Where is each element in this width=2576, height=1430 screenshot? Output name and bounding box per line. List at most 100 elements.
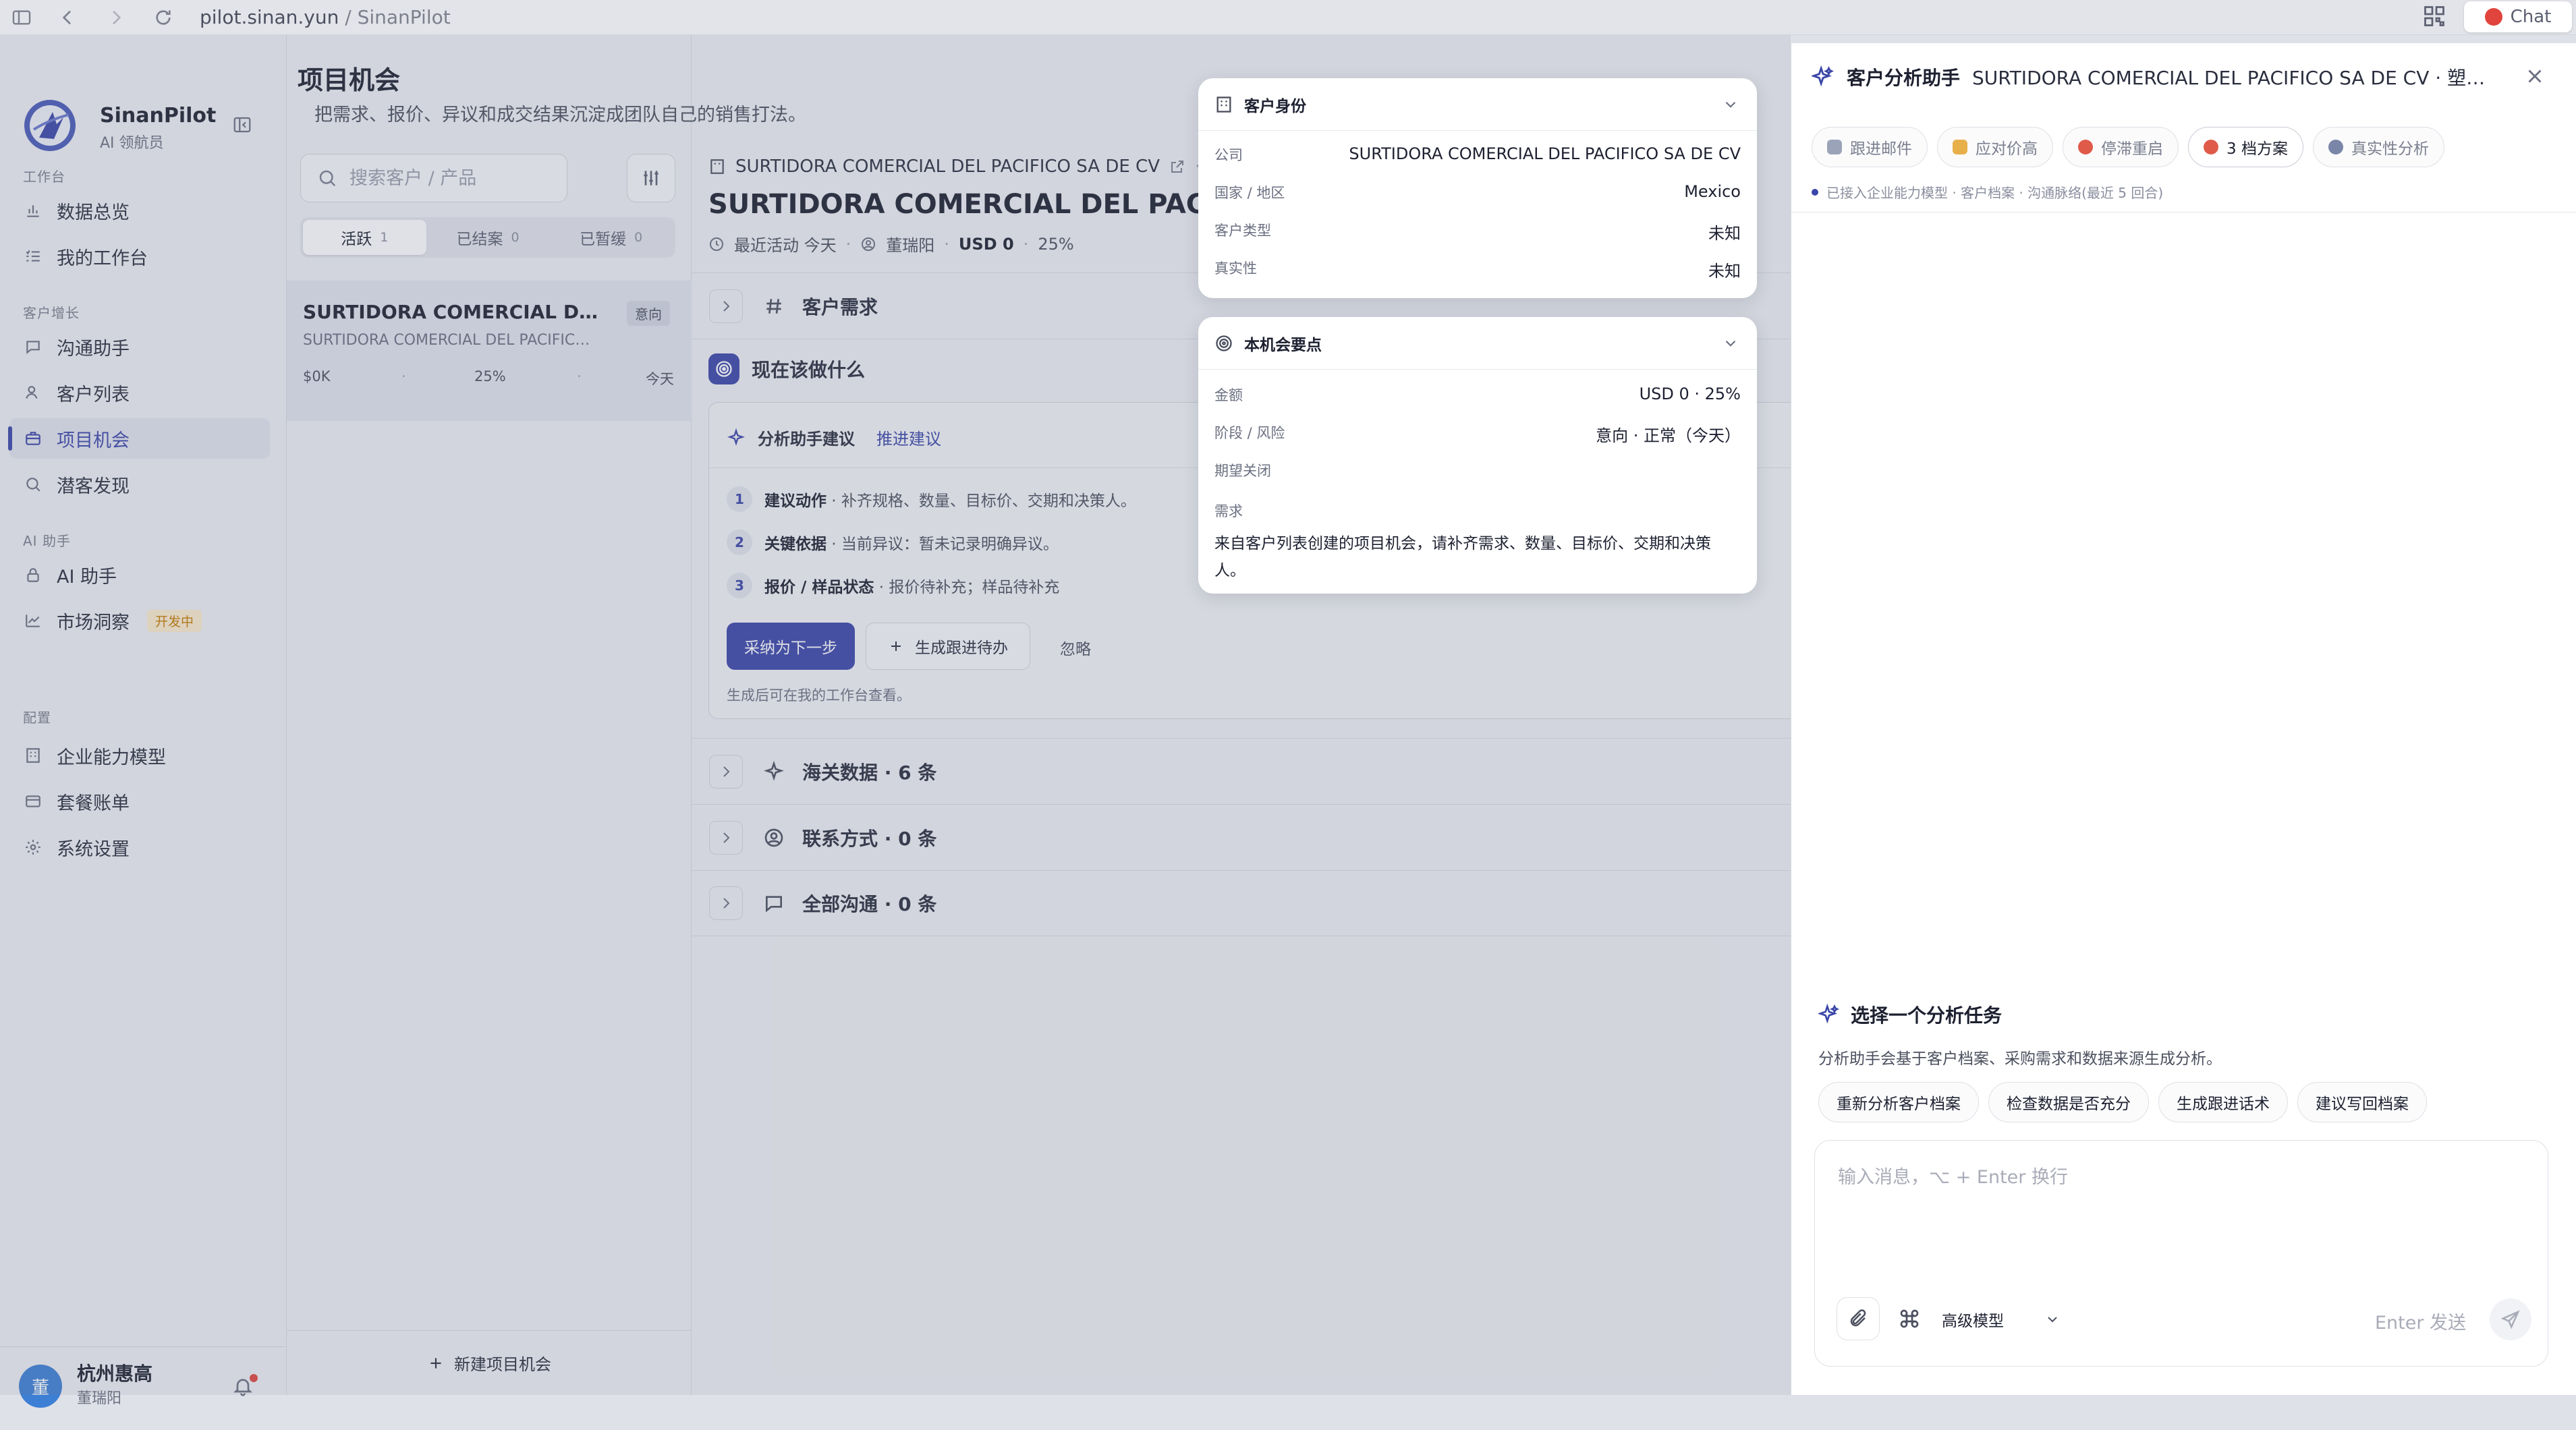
sidebar-item-label: 系统设置: [57, 838, 130, 860]
users-icon: [24, 384, 42, 401]
adopt-next-step-button[interactable]: 采纳为下一步: [727, 623, 855, 670]
new-opportunity-button[interactable]: 新建项目机会: [287, 1330, 692, 1395]
user-name: 董瑞阳: [77, 1390, 122, 1407]
sidebar-item-market-insight[interactable]: 市场洞察 开发中: [9, 600, 270, 641]
address-host: pilot.sinan.yun: [200, 6, 339, 28]
owner-name: 董瑞阳: [886, 236, 935, 255]
chevron-right-icon: [709, 754, 743, 789]
opportunity-amount: $0K: [303, 368, 331, 384]
sidebar-toggle-icon[interactable]: [11, 7, 32, 28]
chip-label: 停滞重启: [2101, 140, 2163, 158]
sliders-icon: [640, 167, 662, 189]
field-label: 客户类型: [1214, 223, 1271, 239]
sidebar-item-capability-model[interactable]: 企业能力模型: [9, 735, 270, 776]
sidebar-item-dashboard[interactable]: 数据总览: [9, 190, 270, 231]
suggestion-step: 1 建议动作 · 补齐规格、数量、目标价、交期和决策人。: [727, 486, 1136, 512]
quick-actions: 跟进邮件 应对价高 停滞重启 3 档方案 真实性分析: [1812, 127, 2444, 167]
bar-chart-icon: [24, 202, 42, 219]
model-label: 高级模型: [1942, 1313, 2004, 1330]
sidebar-item-communication[interactable]: 沟通助手: [9, 326, 270, 367]
tab-paused[interactable]: 已暂缓 0: [549, 220, 673, 255]
forward-icon[interactable]: [105, 7, 127, 28]
generate-todo-button[interactable]: 生成跟进待办: [866, 623, 1030, 670]
chip-high-price[interactable]: 应对价高: [1937, 127, 2053, 167]
briefcase-icon: [24, 430, 42, 447]
sidebar-item-prospects[interactable]: 潜客发现: [9, 464, 270, 505]
search-box[interactable]: [300, 154, 567, 202]
generate-todo-label: 生成跟进待办: [915, 639, 1008, 657]
chevron-right-icon: [709, 289, 743, 323]
card-header[interactable]: 本机会要点: [1198, 317, 1757, 370]
breadcrumb: SURTIDORA COMERCIAL DEL PACIFICO SA DE C…: [708, 156, 1236, 177]
task-generate-script[interactable]: 生成跟进话术: [2158, 1082, 2288, 1122]
attach-button[interactable]: [1837, 1297, 1880, 1340]
plus-icon: [888, 638, 904, 654]
page-subtitle: 把需求、报价、异议和成交结果沉淀成团队自己的销售打法。: [314, 105, 806, 125]
money-bag-icon: [1953, 140, 1967, 154]
task-check-data[interactable]: 检查数据是否充分: [1988, 1082, 2149, 1122]
chip-three-tier-plan[interactable]: 3 档方案: [2188, 127, 2303, 167]
collapse-sidebar-icon[interactable]: [232, 115, 252, 135]
chip-restart-stalled[interactable]: 停滞重启: [2063, 127, 2179, 167]
back-icon[interactable]: [57, 7, 78, 28]
send-button[interactable]: [2490, 1298, 2531, 1340]
field-label: 国家 / 地区: [1214, 185, 1285, 201]
sidebar-item-billing[interactable]: 套餐账单: [9, 781, 270, 822]
chip-follow-up-email[interactable]: 跟进邮件: [1812, 127, 1928, 167]
paperclip-icon: [1848, 1309, 1868, 1329]
list-item[interactable]: SURTIDORA COMERCIAL DEL PACIFICO SA DE C…: [287, 281, 692, 421]
tab-closed[interactable]: 已结案 0: [426, 220, 550, 255]
tab-count: 0: [634, 230, 643, 245]
card-header[interactable]: 客户身份: [1198, 78, 1757, 131]
user-profile[interactable]: 董 杭州惠高 董瑞阳: [0, 1346, 287, 1430]
external-link-icon[interactable]: [1169, 159, 1185, 175]
chat-button[interactable]: Chat: [2464, 1, 2572, 32]
context-status-text: 已接入企业能力模型 · 客户档案 · 沟通脉络(最近 5 回合): [1826, 185, 2164, 201]
card-title: 客户身份: [1244, 97, 1306, 115]
task-description: 分析助手会基于客户档案、采购需求和数据来源生成分析。: [1818, 1050, 2222, 1068]
sidebar-item-opportunities[interactable]: 项目机会: [8, 418, 270, 459]
reload-icon[interactable]: [152, 7, 174, 28]
next-action-heading: 现在该做什么: [708, 353, 865, 384]
section-label-ai: AI 助手: [23, 533, 71, 549]
sidebar-item-label: 潜客发现: [57, 476, 130, 497]
command-icon[interactable]: [1899, 1308, 1920, 1329]
sidebar-item-customers[interactable]: 客户列表: [9, 372, 270, 413]
filter-button[interactable]: [627, 154, 675, 202]
ignore-button[interactable]: 忽略: [1060, 636, 1091, 659]
address-bar[interactable]: pilot.sinan.yun / SinanPilot: [200, 5, 451, 30]
sidebar-item-settings[interactable]: 系统设置: [9, 827, 270, 867]
suggestion-header: 分析助手建议 推进建议: [727, 426, 941, 449]
customer-identity-card: 客户身份 公司 SURTIDORA COMERCIAL DEL PACIFICO …: [1198, 78, 1757, 298]
list-check-icon: [24, 248, 42, 265]
deal-probability: 25%: [1038, 234, 1074, 254]
new-opportunity-label: 新建项目机会: [454, 1355, 551, 1374]
section-all-communication[interactable]: 全部沟通 · 0 条: [692, 870, 1791, 936]
close-icon[interactable]: [2523, 65, 2546, 88]
section-label: 全部沟通 · 0 条: [802, 893, 937, 915]
tab-active[interactable]: 活跃 1: [303, 220, 426, 255]
section-customs-data[interactable]: 海关数据 · 6 条: [692, 738, 1791, 804]
notification-dot: [250, 1374, 258, 1382]
sidebar-item-my-workspace[interactable]: 我的工作台: [9, 236, 270, 277]
step-title: 关键依据: [764, 536, 827, 553]
trend-icon: [24, 612, 42, 629]
sparkle-icon: [1818, 1004, 1840, 1025]
message-input[interactable]: [1837, 1161, 2525, 1269]
section-contacts[interactable]: 联系方式 · 0 条: [692, 804, 1791, 870]
tab-label: 已结案: [456, 231, 503, 248]
chip-authenticity-analysis[interactable]: 真实性分析: [2312, 127, 2444, 167]
search-input[interactable]: [348, 167, 564, 190]
task-write-back[interactable]: 建议写回档案: [2297, 1082, 2427, 1122]
qr-code-icon[interactable]: [2422, 4, 2446, 28]
last-activity: 最近活动 今天: [734, 236, 837, 255]
model-select[interactable]: 高级模型: [1942, 1308, 2061, 1331]
breadcrumb-company[interactable]: SURTIDORA COMERCIAL DEL PACIFICO SA DE C…: [735, 156, 1160, 177]
step-number: 2: [727, 530, 752, 555]
task-reanalyze-profile[interactable]: 重新分析客户档案: [1818, 1082, 1979, 1122]
section-label-growth: 客户增长: [23, 305, 80, 321]
send-hint: Enter 发送: [2375, 1313, 2467, 1334]
sidebar-item-ai-assistant[interactable]: AI 助手: [9, 554, 270, 595]
need-description: 来自客户列表创建的项目机会，请补齐需求、数量、目标价、交期和决策人。: [1214, 535, 1711, 579]
chat-bubble-icon: [763, 892, 785, 914]
